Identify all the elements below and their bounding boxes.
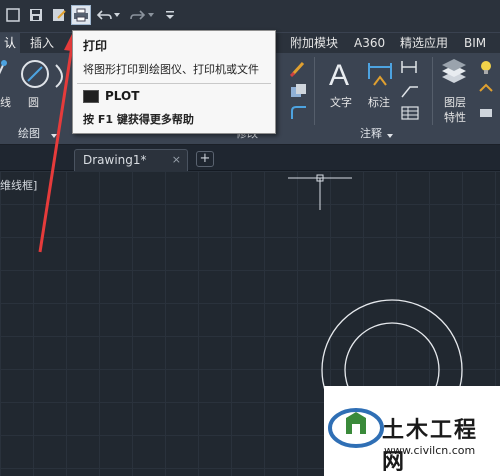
copy-icon[interactable] <box>290 83 308 102</box>
tab-addons[interactable]: 附加模块 <box>286 33 342 53</box>
draw-panel-label[interactable]: 绘图 <box>18 125 40 143</box>
panel-divider <box>432 57 433 125</box>
draw-panel-dropdown-icon[interactable] <box>50 128 58 142</box>
crosshair-cursor-icon <box>288 174 352 210</box>
new-tab-button[interactable]: + <box>196 151 214 167</box>
layer-properties-icon[interactable] <box>440 57 468 90</box>
linear-dim-icon[interactable] <box>400 59 420 78</box>
fillet-icon[interactable] <box>290 105 308 124</box>
svg-text:A: A <box>329 59 349 91</box>
civilcn-logo-icon <box>328 408 384 448</box>
text-tool-label[interactable]: 文字 <box>330 94 352 110</box>
redo-dropdown-icon[interactable] <box>146 5 156 25</box>
save-as-icon[interactable] <box>49 5 69 25</box>
redo-icon[interactable] <box>128 5 148 25</box>
command-line-icon <box>83 90 99 103</box>
close-icon[interactable]: × <box>172 153 181 166</box>
layer-properties-label-line2[interactable]: 特性 <box>444 109 466 125</box>
panel-divider <box>314 57 315 125</box>
tooltip-separator <box>77 83 271 84</box>
tooltip-title: 打印 <box>83 39 108 53</box>
lightbulb-icon[interactable] <box>478 59 494 78</box>
line-tool-icon[interactable] <box>0 59 12 92</box>
layer-properties-label-line1[interactable]: 图层 <box>444 94 466 110</box>
undo-icon[interactable] <box>94 5 114 25</box>
watermark-logo: 土木工程网 www.civilcn.com <box>324 386 500 476</box>
customize-icon[interactable] <box>160 5 180 25</box>
dimension-tool-icon[interactable] <box>366 59 394 92</box>
tab-featured-apps[interactable]: 精选应用 <box>396 33 452 53</box>
document-tab-strip: Drawing1* × + <box>0 145 500 171</box>
square-icon[interactable] <box>3 5 23 25</box>
save-icon[interactable] <box>26 5 46 25</box>
annotation-panel-label[interactable]: 注释 <box>360 125 382 143</box>
tooltip-description: 将图形打印到绘图仪、打印机或文件 <box>83 63 259 76</box>
tab-insert[interactable]: 插入 <box>26 33 58 53</box>
tooltip-help: 按 F1 键获得更多帮助 <box>83 113 194 126</box>
print-tooltip: 打印 将图形打印到绘图仪、打印机或文件 PLOT 按 F1 键获得更多帮助 <box>72 30 276 134</box>
annotation-panel-dropdown-icon[interactable] <box>386 128 394 142</box>
document-tab-label: Drawing1* <box>83 153 147 167</box>
line-tool-label[interactable]: 线 <box>0 94 11 110</box>
text-tool-icon[interactable]: A <box>326 57 356 94</box>
undo-dropdown-icon[interactable] <box>112 5 122 25</box>
document-tab[interactable]: Drawing1* × <box>74 149 188 171</box>
circle-tool-label[interactable]: 圆 <box>28 94 39 110</box>
brush-icon[interactable] <box>289 59 308 80</box>
tooltip-command: PLOT <box>105 89 140 103</box>
dimension-tool-label[interactable]: 标注 <box>368 94 390 110</box>
tab-a360[interactable]: A360 <box>350 33 389 53</box>
table-icon[interactable] <box>400 105 420 124</box>
leader-icon[interactable] <box>400 83 420 102</box>
print-icon[interactable] <box>71 5 91 25</box>
tab-bim-360[interactable]: BIM 36 <box>460 33 500 70</box>
arc-tool-icon[interactable] <box>54 61 70 94</box>
layer-tools-icon[interactable] <box>478 105 496 124</box>
watermark-url: www.civilcn.com <box>384 444 476 457</box>
tab-default[interactable]: 认 <box>0 33 21 53</box>
layer-state-icon[interactable] <box>478 83 496 102</box>
quick-access-toolbar <box>0 0 500 33</box>
circle-tool-icon[interactable] <box>20 59 50 92</box>
